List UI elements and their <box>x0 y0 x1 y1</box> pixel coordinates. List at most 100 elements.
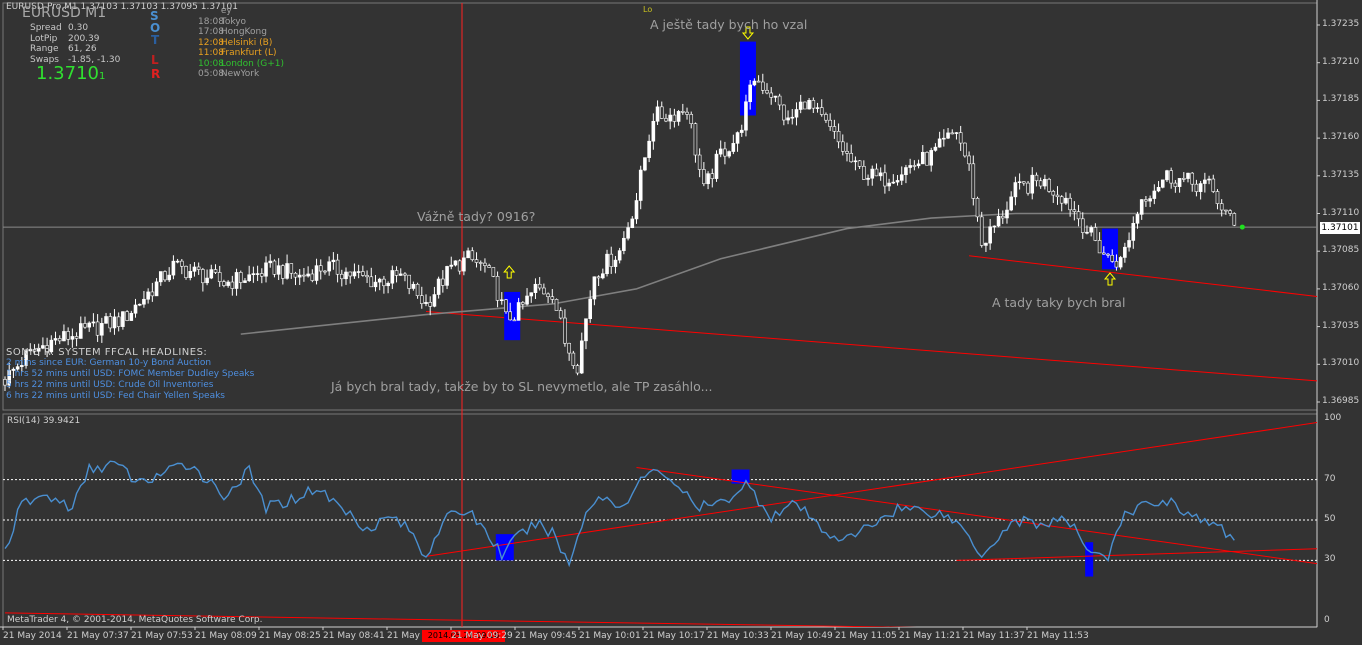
candle-body <box>925 151 929 166</box>
candle-body <box>521 302 525 305</box>
candle-body <box>272 260 277 275</box>
candle-body <box>167 274 171 281</box>
candle-body <box>1102 252 1106 255</box>
rsi-trendline <box>956 548 1317 561</box>
candle-body <box>184 265 188 278</box>
candle-body <box>617 250 622 261</box>
candle-body <box>819 107 824 115</box>
candle-body <box>327 261 331 272</box>
candle-body <box>238 272 243 283</box>
session-icon-t: T <box>151 33 160 47</box>
candle-body <box>777 95 782 106</box>
candle-body <box>866 177 870 180</box>
candle-body <box>874 168 879 177</box>
candle-body <box>180 260 184 267</box>
candle-body <box>904 167 908 176</box>
info-row: Spread 0.30 <box>30 23 120 34</box>
candle-body <box>411 283 416 289</box>
candle-body <box>1093 227 1098 241</box>
candle-body <box>638 169 643 201</box>
candle-body <box>1059 196 1064 204</box>
candle-body <box>62 331 66 342</box>
candle-body <box>121 311 125 327</box>
candle-body <box>533 283 538 293</box>
candle-body <box>57 338 62 342</box>
candle-body <box>1047 178 1051 192</box>
candle-body <box>470 250 475 260</box>
candle-body <box>146 291 150 300</box>
candle-body <box>1186 172 1190 179</box>
candle-body <box>125 311 129 321</box>
candle-body <box>158 271 163 283</box>
candle-body <box>491 267 496 277</box>
candle-body <box>1089 227 1093 233</box>
x-tick-label: 21 May 07:37 <box>67 631 129 641</box>
candle-body <box>1194 183 1199 192</box>
candle-body <box>971 163 976 199</box>
candle-body <box>954 132 959 134</box>
candle-body <box>407 274 411 289</box>
candle-body <box>1005 209 1009 219</box>
candle-body <box>739 129 744 133</box>
candle-body <box>192 266 197 272</box>
candle-body <box>975 198 980 218</box>
chart-canvas[interactable] <box>0 0 1362 645</box>
session-row: 12:08 Helsinki (B) <box>198 38 284 49</box>
candle-body <box>984 242 988 246</box>
annotation-mid: Vážně tady? 0916? <box>417 209 536 224</box>
session-name: HongKong <box>218 27 267 37</box>
candle-body <box>1177 178 1182 187</box>
candle-body <box>226 281 230 286</box>
candle-body <box>1135 214 1140 224</box>
candle-body <box>260 273 264 277</box>
candle-body <box>441 278 445 286</box>
candle-body <box>209 269 214 279</box>
candle-body <box>609 253 614 267</box>
x-tick-label: 21 May 2014 <box>3 631 62 641</box>
y-tick-label: 1.37060 <box>1322 282 1360 293</box>
candle-body <box>344 271 348 280</box>
candle-body <box>558 310 563 319</box>
candle-body <box>1156 187 1161 192</box>
candle-body <box>1139 199 1144 215</box>
candle-body <box>293 272 298 278</box>
candle-body <box>436 278 441 295</box>
candle-body <box>870 168 875 179</box>
candle-body <box>1144 199 1148 202</box>
candle-body <box>550 296 555 300</box>
candle-body <box>394 270 399 276</box>
candle-body <box>504 299 508 313</box>
candle-body <box>794 109 799 118</box>
candle-body <box>752 80 757 86</box>
candle-body <box>584 318 588 342</box>
candle-body <box>988 226 992 244</box>
candle-body <box>348 271 353 277</box>
candle-body <box>289 263 294 274</box>
candle-body <box>201 269 205 284</box>
candle-body <box>361 271 365 276</box>
candle-body <box>1097 240 1102 254</box>
x-tick-label: 21 May 10:33 <box>707 631 769 641</box>
candle-body <box>1085 231 1089 234</box>
candle-body <box>862 166 866 180</box>
candle-body <box>449 264 454 267</box>
buy-arrow-icon <box>503 265 516 279</box>
candle-body <box>1152 190 1157 199</box>
candle-body <box>281 265 285 279</box>
candle-body <box>100 323 104 336</box>
candle-body <box>853 160 858 163</box>
candle-body <box>596 276 601 279</box>
news-item: 5 hrs 22 mins until USD: Crude Oil Inven… <box>6 380 214 390</box>
moving-average-line <box>240 212 1226 335</box>
candle-body <box>1215 191 1220 204</box>
candle-body <box>1148 198 1152 202</box>
x-tick-label: 21 May 10:17 <box>643 631 705 641</box>
rsi-trendline <box>425 422 1317 557</box>
session-name: NewYork <box>218 69 260 79</box>
session-time: 12:08 <box>198 37 224 48</box>
candle-body <box>243 280 247 283</box>
rsi-tick-label: 70 <box>1324 473 1336 484</box>
candle-body <box>1232 213 1237 226</box>
candle-body <box>104 316 108 324</box>
annotation-bottom: Já bych bral tady, takže by to SL nevyme… <box>331 379 713 394</box>
